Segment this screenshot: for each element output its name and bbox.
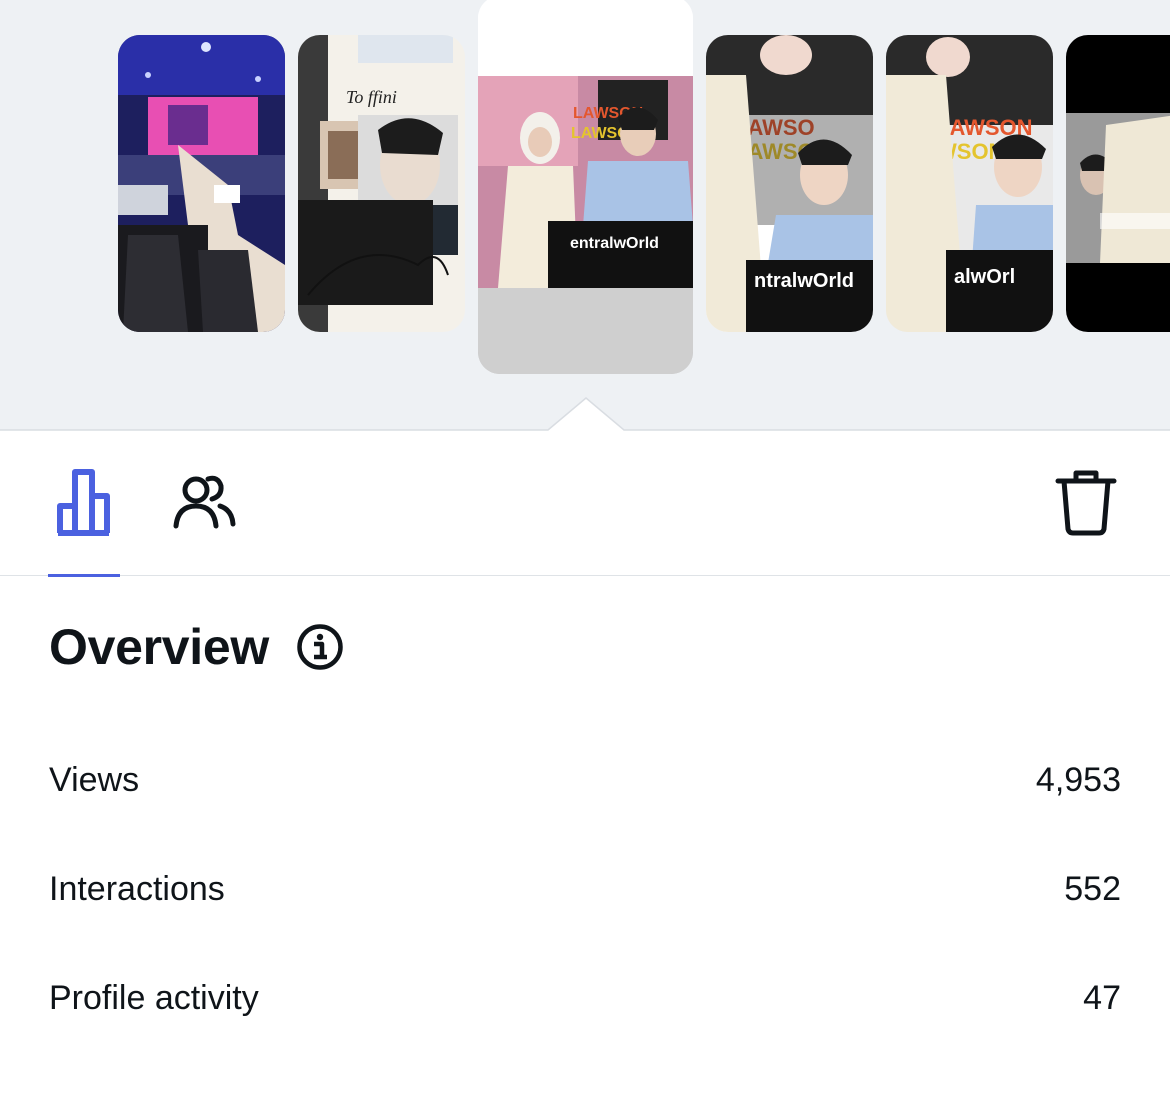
trash-icon (1055, 470, 1117, 536)
overview-info-button[interactable] (295, 622, 345, 672)
stat-label: Views (49, 761, 140, 799)
fansign-photo: LAWSO LAWSON ntralwOrld (706, 35, 873, 332)
story-thumbnail-tray: To ffini LAWSON LAWSON entralwOrld LAWSO… (0, 0, 1170, 430)
stat-label: Interactions (49, 870, 225, 908)
fansign-photo: LAWSON WSON alwOrl (886, 35, 1053, 332)
info-icon (297, 624, 343, 670)
people-icon (173, 475, 236, 529)
fansign-caption: ntralwOrld (754, 270, 854, 292)
overview-header: Overview (49, 618, 345, 676)
stat-value: 47 (1083, 979, 1121, 1017)
story-thumbnail[interactable]: LAWSON WSON alwOrl (886, 35, 1053, 332)
fansign-caption: alwOrl (954, 266, 1015, 288)
stat-label: Profile activity (49, 979, 259, 1017)
stat-row-interactions: Interactions 552 (49, 867, 1121, 911)
story-thumbnail[interactable]: To ffini (298, 35, 465, 332)
story-thumbnail[interactable] (1066, 35, 1170, 332)
fansign-caption: entralwOrld (570, 235, 659, 252)
story-insights-tab-bar (0, 432, 1170, 577)
signed-photo-caption: To ffini (346, 87, 397, 107)
stat-value: 4,953 (1035, 761, 1121, 799)
signed-photo: To ffini (298, 35, 465, 332)
tab-viewers[interactable] (164, 462, 244, 542)
fansign-photo (1066, 35, 1170, 332)
active-tab-indicator (48, 574, 120, 577)
stat-row-profile-activity: Profile activity 47 (49, 976, 1121, 1020)
story-thumbnail[interactable] (118, 35, 285, 332)
delete-story-button[interactable] (1046, 462, 1126, 542)
tab-analytics[interactable] (44, 462, 124, 542)
stat-value: 552 (1064, 870, 1121, 908)
story-thumbnail[interactable]: LAWSO LAWSON ntralwOrld (706, 35, 873, 332)
concert-photo (118, 35, 285, 332)
stat-row-views: Views 4,953 (49, 758, 1121, 802)
overview-title: Overview (49, 619, 269, 675)
story-thumbnail-selected[interactable]: LAWSON LAWSON entralwOrld (478, 0, 693, 374)
bar-chart-icon (57, 469, 110, 536)
fansign-photo: LAWSON LAWSON entralwOrld (478, 0, 693, 374)
